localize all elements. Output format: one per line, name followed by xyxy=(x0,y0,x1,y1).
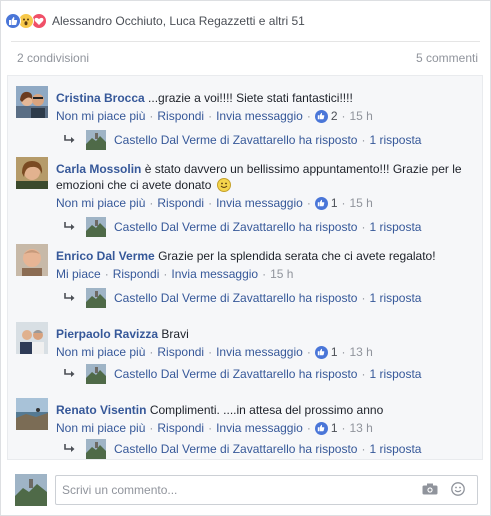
reply-count[interactable]: 1 risposta xyxy=(369,442,421,456)
reply-summary-row[interactable]: Castello Dal Verme di Zavattarello ha ri… xyxy=(64,439,421,459)
page-avatar xyxy=(86,288,106,308)
reply-summary[interactable]: Castello Dal Verme di Zavattarello ha ri… xyxy=(114,291,357,305)
avatar[interactable] xyxy=(16,244,48,276)
message-action[interactable]: Invia messaggio xyxy=(216,109,303,123)
comment-author[interactable]: Pierpaolo Ravizza xyxy=(56,327,158,341)
like-icon xyxy=(314,345,328,359)
reply-arrow-icon xyxy=(64,444,76,454)
page-avatar xyxy=(86,364,106,384)
reactions-summary[interactable]: Alessandro Occhiuto, Luca Regazzetti e a… xyxy=(52,14,305,28)
reply-action[interactable]: Rispondi xyxy=(157,196,204,210)
comment-text: Pierpaolo Ravizza Bravi xyxy=(56,326,478,342)
like-action[interactable]: Non mi piace più xyxy=(56,421,145,435)
comment: Pierpaolo Ravizza Bravi Non mi piace più… xyxy=(16,322,478,388)
reply-action[interactable]: Rispondi xyxy=(157,109,204,123)
avatar[interactable] xyxy=(16,398,48,430)
comment-body: Complimenti. ....in attesa del prossimo … xyxy=(149,403,384,417)
comment-author[interactable]: Cristina Brocca xyxy=(56,91,145,105)
reply-count[interactable]: 1 risposta xyxy=(369,291,421,305)
comment-actions: Non mi piace più · Rispondi · Invia messaggi… xyxy=(56,344,373,360)
reply-count[interactable]: 1 risposta xyxy=(369,220,421,234)
like-count[interactable]: 1 xyxy=(314,344,338,360)
reply-summary[interactable]: Castello Dal Verme di Zavattarello ha ri… xyxy=(114,133,357,147)
comment-actions: Mi piace · Rispondi · Invia messaggio · 15 h xyxy=(56,267,294,281)
page-avatar xyxy=(86,217,106,237)
reply-summary[interactable]: Castello Dal Verme di Zavattarello ha ri… xyxy=(114,442,357,456)
comment-text: Cristina Brocca ...grazie a voi!!!! Siet… xyxy=(56,90,478,106)
message-action[interactable]: Invia messaggio xyxy=(216,421,303,435)
like-action[interactable]: Mi piace xyxy=(56,267,101,281)
reply-action[interactable]: Rispondi xyxy=(157,345,204,359)
reply-summary[interactable]: Castello Dal Verme di Zavattarello ha ri… xyxy=(114,367,357,381)
reply-action[interactable]: Rispondi xyxy=(113,267,160,281)
comment-input[interactable]: Scrivi un commento... xyxy=(55,475,478,505)
reply-summary-row[interactable]: Castello Dal Verme di Zavattarello ha ri… xyxy=(64,217,421,237)
reply-arrow-icon xyxy=(64,369,76,379)
like-count[interactable]: 1 xyxy=(314,195,338,211)
reply-arrow-icon xyxy=(64,222,76,232)
comments-list: Cristina Brocca ...grazie a voi!!!! Siet… xyxy=(7,75,483,460)
comment-actions: Non mi piace più · Rispondi · Invia messaggi… xyxy=(56,420,373,436)
reply-summary-row[interactable]: Castello Dal Verme di Zavattarello ha ri… xyxy=(64,288,421,308)
like-action[interactable]: Non mi piace più xyxy=(56,345,145,359)
comment-text: Renato Visentin Complimenti. ....in atte… xyxy=(56,402,478,418)
message-action[interactable]: Invia messaggio xyxy=(216,196,303,210)
comment: Renato Visentin Complimenti. ....in atte… xyxy=(16,398,478,460)
comment-composer: Scrivi un commento... xyxy=(7,468,483,508)
message-action[interactable]: Invia messaggio xyxy=(216,345,303,359)
comments-count[interactable]: 5 commenti xyxy=(416,51,478,67)
page-avatar xyxy=(86,439,106,459)
comment-time[interactable]: 13 h xyxy=(350,421,373,435)
comment: Enrico Dal Verme Grazie per la splendida… xyxy=(16,244,478,310)
reply-arrow-icon xyxy=(64,293,76,303)
comment-body: Grazie per la splendida serata che ci av… xyxy=(158,249,436,263)
reply-arrow-icon xyxy=(64,135,76,145)
reply-count[interactable]: 1 risposta xyxy=(369,367,421,381)
like-count[interactable]: 2 xyxy=(314,108,338,124)
like-action[interactable]: Non mi piace più xyxy=(56,109,145,123)
comment: Cristina Brocca ...grazie a voi!!!! Siet… xyxy=(16,86,478,152)
comment-time[interactable]: 15 h xyxy=(350,109,373,123)
avatar[interactable] xyxy=(16,86,48,118)
like-icon xyxy=(314,196,328,210)
message-action[interactable]: Invia messaggio xyxy=(171,267,258,281)
comment-time[interactable]: 15 h xyxy=(350,196,373,210)
avatar[interactable] xyxy=(16,157,48,189)
like-action[interactable]: Non mi piace più xyxy=(56,196,145,210)
reply-summary-row[interactable]: Castello Dal Verme di Zavattarello ha ri… xyxy=(64,364,421,384)
reactions-bar[interactable]: Alessandro Occhiuto, Luca Regazzetti e a… xyxy=(5,12,305,30)
comment-body: ...grazie a voi!!!! Siete stati fantasti… xyxy=(148,91,353,105)
comment-body: Bravi xyxy=(161,327,189,341)
smile-emoji-icon xyxy=(216,178,231,192)
comment-time[interactable]: 15 h xyxy=(270,267,293,281)
reply-summary-row[interactable]: Castello Dal Verme di Zavattarello ha ri… xyxy=(64,130,421,150)
page-avatar xyxy=(86,130,106,150)
avatar[interactable] xyxy=(16,322,48,354)
reply-count[interactable]: 1 risposta xyxy=(369,133,421,147)
camera-icon[interactable] xyxy=(422,483,438,498)
post-stats: 2 condivisioni 5 commenti xyxy=(17,51,478,67)
comment-actions: Non mi piace più · Rispondi · Invia messaggi… xyxy=(56,108,373,124)
like-count[interactable]: 1 xyxy=(314,420,338,436)
comment-author[interactable]: Enrico Dal Verme xyxy=(56,249,155,263)
like-icon xyxy=(314,109,328,123)
emoji-icon[interactable] xyxy=(451,482,465,499)
comment-author[interactable]: Renato Visentin xyxy=(56,403,146,417)
shares-count[interactable]: 2 condivisioni xyxy=(17,51,89,67)
avatar xyxy=(15,474,47,506)
like-icon xyxy=(314,421,328,435)
comment-text: Carla Mossolin è stato davvero un bellis… xyxy=(56,161,478,193)
comment-time[interactable]: 13 h xyxy=(350,345,373,359)
comment-text: Enrico Dal Verme Grazie per la splendida… xyxy=(56,248,478,264)
like-reaction-icon xyxy=(5,13,21,29)
comment: Carla Mossolin è stato davvero un bellis… xyxy=(16,157,478,239)
comment-actions: Non mi piace più · Rispondi · Invia messaggi… xyxy=(56,195,373,211)
reply-summary[interactable]: Castello Dal Verme di Zavattarello ha ri… xyxy=(114,220,357,234)
divider xyxy=(11,41,480,42)
reply-action[interactable]: Rispondi xyxy=(157,421,204,435)
comment-author[interactable]: Carla Mossolin xyxy=(56,162,141,176)
